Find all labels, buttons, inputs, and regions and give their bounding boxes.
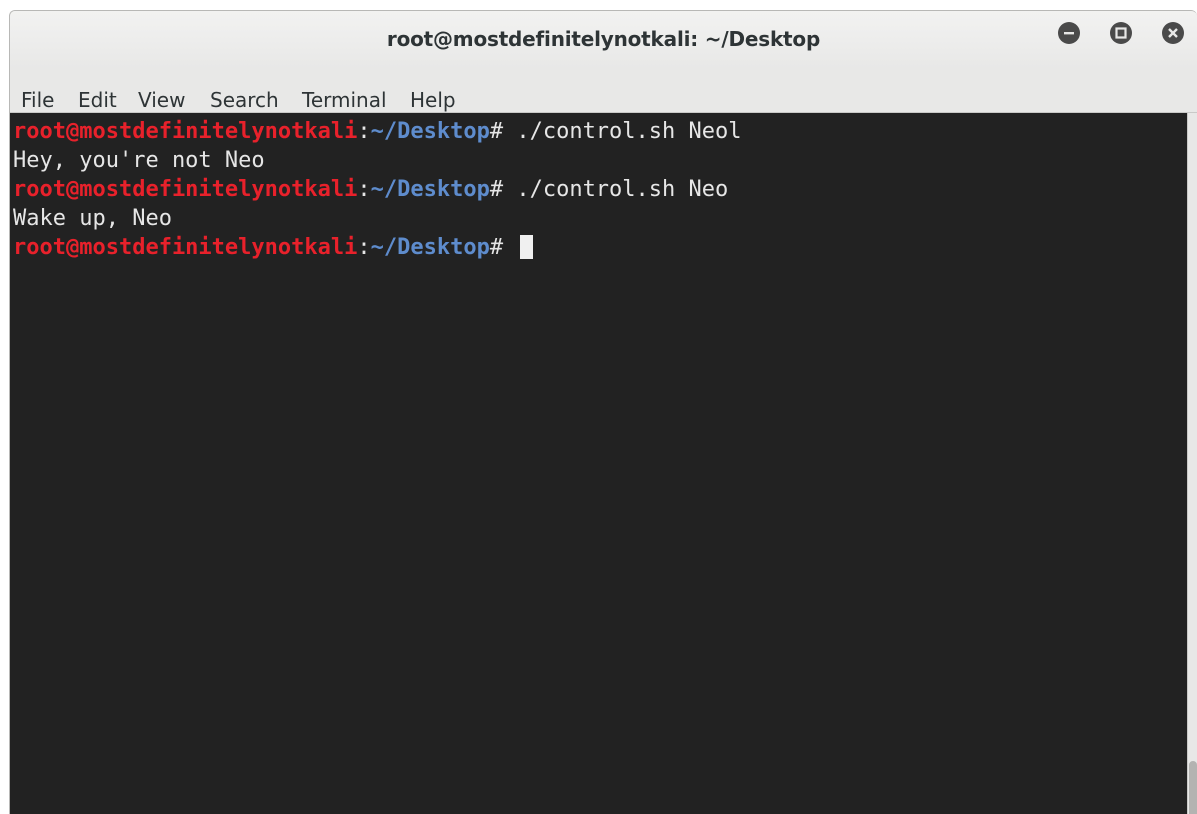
terminal-line-output: Wake up, Neo bbox=[13, 206, 172, 231]
prompt-separator: : bbox=[357, 235, 371, 260]
menu-view[interactable]: View bbox=[138, 88, 185, 112]
window-title: root@mostdefinitelynotkali: ~/Desktop bbox=[386, 27, 821, 51]
menu-edit[interactable]: Edit bbox=[78, 88, 117, 112]
maximize-button[interactable] bbox=[1110, 22, 1132, 44]
prompt-separator: : bbox=[357, 119, 371, 144]
prompt-separator: : bbox=[357, 177, 371, 202]
close-button[interactable] bbox=[1162, 22, 1184, 44]
prompt-symbol: # bbox=[489, 235, 504, 260]
menu-bar: File Edit View Search Terminal Help bbox=[10, 69, 1197, 113]
prompt-path: ~/Desktop bbox=[370, 119, 490, 144]
prompt-symbol: # bbox=[489, 177, 504, 202]
terminal-line-output: Hey, you're not Neo bbox=[13, 148, 265, 173]
terminal-command: ./control.sh Neol bbox=[503, 119, 742, 144]
prompt-path: ~/Desktop bbox=[370, 235, 490, 260]
menu-file[interactable]: File bbox=[21, 88, 54, 112]
terminal-output[interactable]: root@mostdefinitelynotkali:~/Desktop# ./… bbox=[10, 113, 1187, 814]
prompt-symbol: # bbox=[489, 119, 504, 144]
maximize-icon bbox=[1115, 27, 1127, 39]
terminal-line-prompt: root@mostdefinitelynotkali:~/Desktop# ./… bbox=[13, 117, 1187, 146]
scrollbar-thumb[interactable] bbox=[1189, 761, 1197, 814]
scrollbar[interactable] bbox=[1187, 113, 1197, 814]
minimize-button[interactable] bbox=[1058, 22, 1080, 44]
prompt-user-host: root@mostdefinitelynotkali bbox=[13, 177, 358, 202]
prompt-user-host: root@mostdefinitelynotkali bbox=[13, 235, 358, 260]
text-cursor bbox=[520, 235, 534, 259]
terminal-line-prompt: root@mostdefinitelynotkali:~/Desktop# ./… bbox=[13, 175, 1187, 204]
close-icon bbox=[1168, 28, 1178, 38]
terminal-line-prompt: root@mostdefinitelynotkali:~/Desktop# bbox=[13, 233, 1187, 262]
menu-terminal[interactable]: Terminal bbox=[302, 88, 387, 112]
title-bar[interactable]: root@mostdefinitelynotkali: ~/Desktop bbox=[10, 11, 1197, 69]
menu-help[interactable]: Help bbox=[410, 88, 456, 112]
menu-search[interactable]: Search bbox=[210, 88, 279, 112]
terminal-window: root@mostdefinitelynotkali: ~/Desktop Fi… bbox=[9, 10, 1197, 814]
terminal-command: ./control.sh Neo bbox=[503, 177, 729, 202]
prompt-user-host: root@mostdefinitelynotkali bbox=[13, 119, 358, 144]
terminal-command bbox=[503, 235, 516, 260]
prompt-path: ~/Desktop bbox=[370, 177, 490, 202]
minimize-icon bbox=[1064, 32, 1074, 35]
